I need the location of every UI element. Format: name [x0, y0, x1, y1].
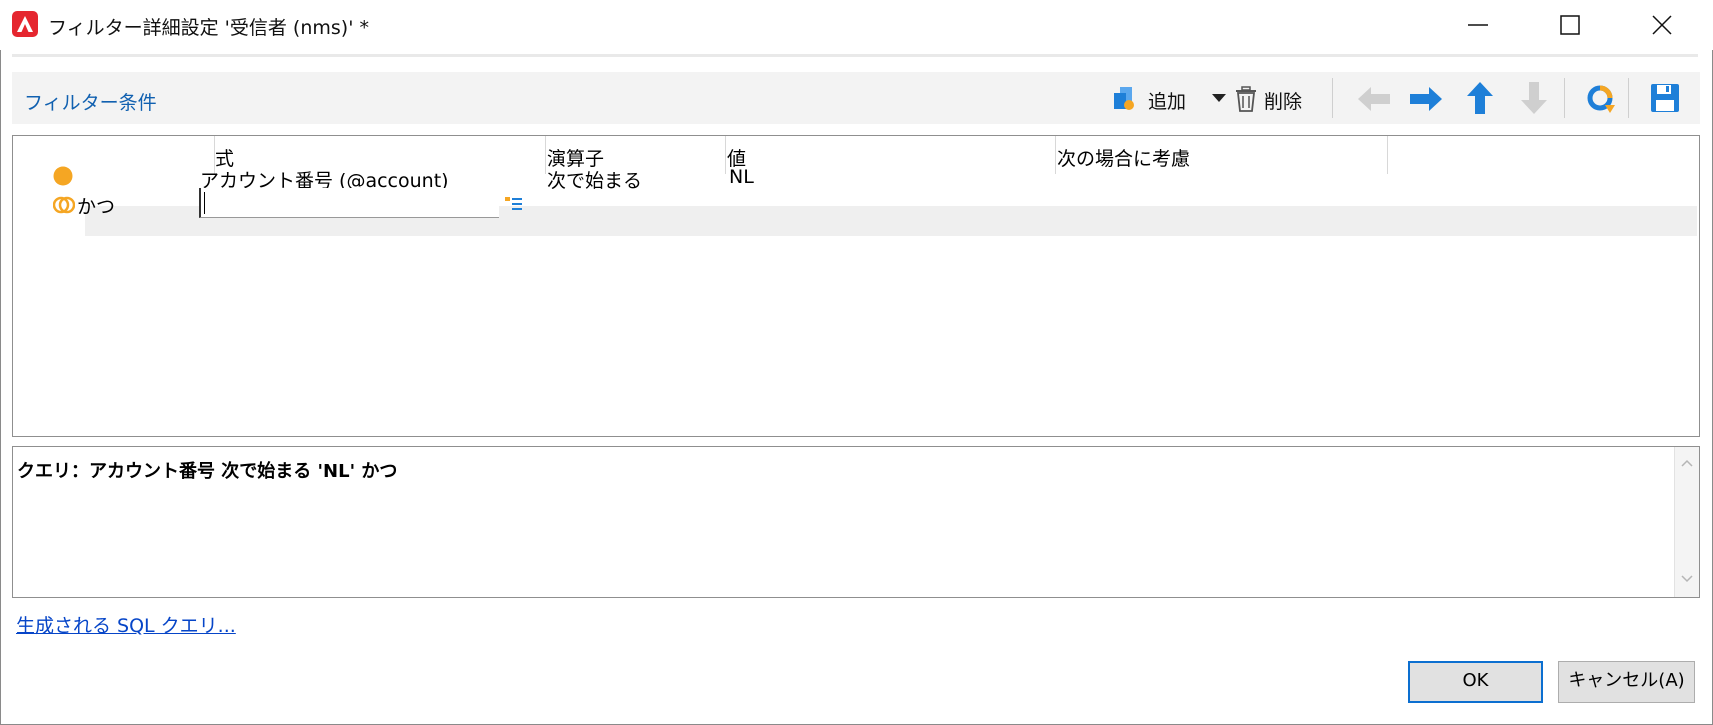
maximize-icon [1560, 15, 1580, 35]
close-icon [1652, 15, 1672, 35]
move-up-button[interactable] [1460, 72, 1500, 124]
delete-button[interactable]: 削除 [1234, 72, 1324, 124]
app-logo-icon [12, 11, 38, 37]
column-divider [725, 136, 726, 174]
toolbar-separator [1628, 78, 1629, 118]
expression-editor-icon [505, 197, 522, 210]
query-text: クエリ：アカウント番号 次で始まる 'NL' かつ [17, 461, 398, 482]
scroll-up-icon[interactable] [1681, 459, 1693, 467]
title-separator [12, 54, 1698, 57]
filter-toolbar: フィルター条件 追加 削除 [12, 72, 1700, 124]
arrow-left-icon [1358, 87, 1390, 111]
column-header-consider-if[interactable]: 次の場合に考慮 [1057, 144, 1190, 171]
conditions-grid[interactable]: 式 演算子 値 次の場合に考慮 アカウント番号 (@account) 次で始まる… [12, 135, 1700, 437]
scroll-down-icon[interactable] [1681, 575, 1693, 583]
add-dropdown-button[interactable] [1208, 72, 1230, 124]
filter-conditions-label: フィルター条件 [24, 92, 157, 114]
distribution-button[interactable] [1580, 72, 1620, 124]
dropdown-arrow-icon [1212, 94, 1226, 102]
toolbar-separator [1564, 78, 1565, 118]
add-condition-icon [1114, 87, 1134, 110]
save-button[interactable] [1644, 72, 1684, 124]
generated-sql-link[interactable]: 生成される SQL クエリ... [16, 611, 236, 638]
column-divider [1387, 136, 1388, 174]
query-scrollbar[interactable] [1674, 447, 1699, 597]
condition-icon [53, 166, 73, 186]
save-icon [1651, 84, 1679, 112]
close-button[interactable] [1616, 0, 1708, 50]
add-button[interactable]: 追加 [1112, 72, 1212, 124]
ok-button[interactable]: OK [1408, 661, 1543, 703]
add-label: 追加 [1148, 91, 1187, 113]
distribution-icon [1587, 85, 1615, 113]
trash-icon [1236, 86, 1256, 112]
column-divider [545, 136, 546, 174]
move-down-button[interactable] [1514, 72, 1554, 124]
cancel-button[interactable]: キャンセル(A) [1558, 661, 1695, 703]
query-preview: クエリ：アカウント番号 次で始まる 'NL' かつ [12, 446, 1700, 598]
arrow-up-icon [1467, 82, 1493, 114]
window-title: フィルター詳細設定 '受信者 (nms)' * [48, 17, 369, 39]
and-label[interactable]: かつ [77, 192, 115, 219]
arrow-down-icon [1521, 82, 1547, 114]
expression-input[interactable] [199, 188, 499, 218]
column-divider [1055, 136, 1056, 174]
maximize-button[interactable] [1524, 0, 1616, 50]
title-bar[interactable]: フィルター詳細設定 '受信者 (nms)' * [0, 0, 1713, 50]
minimize-icon [1468, 24, 1488, 26]
toolbar-separator [1332, 78, 1333, 118]
move-right-button[interactable] [1406, 72, 1446, 124]
operator-cell[interactable]: 次で始まる [547, 166, 642, 193]
delete-label: 削除 [1264, 91, 1303, 113]
arrow-right-icon [1410, 87, 1442, 111]
text-caret [204, 192, 205, 214]
value-cell[interactable]: NL [729, 166, 754, 188]
minimize-button[interactable] [1432, 0, 1524, 50]
and-operator-icon [53, 196, 75, 214]
move-left-button[interactable] [1354, 72, 1394, 124]
